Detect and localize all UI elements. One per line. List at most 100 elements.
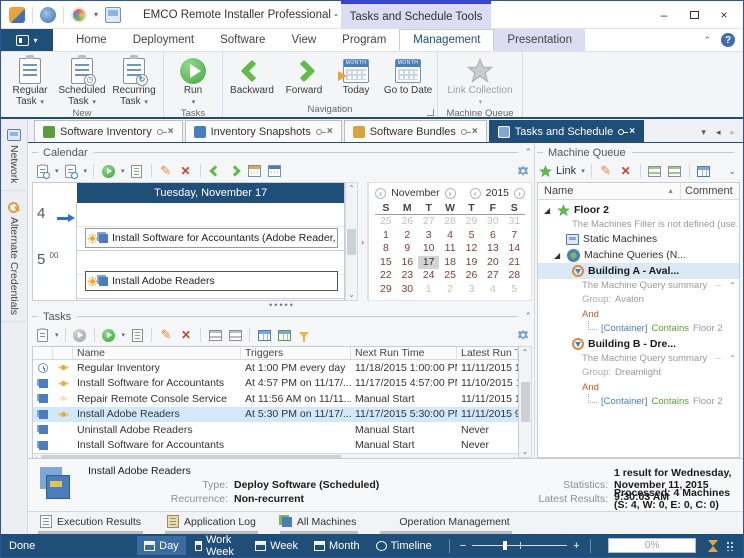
- globe-icon[interactable]: [40, 7, 56, 23]
- layout-rows-icon[interactable]: [207, 327, 223, 343]
- mini-cal-day[interactable]: 3: [418, 229, 439, 243]
- task-row[interactable]: Install Adobe Readers At 5:30 PM on 11/1…: [33, 407, 518, 423]
- mini-cal-day[interactable]: 18: [439, 256, 460, 270]
- mini-cal-day[interactable]: 5: [461, 229, 482, 243]
- edit-icon[interactable]: ✎: [598, 163, 614, 179]
- zoom-in-icon[interactable]: +: [573, 540, 579, 552]
- column-latest-run-time[interactable]: Latest Run Time: [457, 347, 518, 359]
- edit-icon[interactable]: ✎: [158, 163, 174, 179]
- rail-tab-network[interactable]: Network: [1, 123, 27, 191]
- layout-list-icon[interactable]: [667, 163, 683, 179]
- zoom-slider[interactable]: − +: [460, 540, 580, 552]
- mini-cal-day[interactable]: 16: [397, 256, 418, 270]
- mini-cal-day[interactable]: 13: [482, 242, 503, 256]
- mini-cal-day[interactable]: 29: [375, 283, 396, 297]
- calendar-settings-gear-icon[interactable]: [516, 164, 530, 178]
- view-button[interactable]: Month: [307, 536, 367, 555]
- ribbon-tab[interactable]: Deployment: [120, 29, 207, 51]
- close-tab-icon[interactable]: ×: [327, 126, 333, 137]
- palette-dropdown-caret[interactable]: ▾: [94, 10, 98, 19]
- prev-year-icon[interactable]: ‹: [470, 188, 481, 199]
- mini-cal-day[interactable]: 27: [418, 215, 439, 229]
- today-small-icon[interactable]: [247, 163, 263, 179]
- mini-cal-day[interactable]: 15: [375, 256, 396, 270]
- calendar-splitter[interactable]: ›: [358, 182, 368, 301]
- minimize-button[interactable]: –: [651, 5, 677, 25]
- collapse-ribbon-icon[interactable]: ⌃: [703, 35, 711, 46]
- tasks-settings-gear-icon[interactable]: [516, 328, 530, 342]
- help-icon[interactable]: ?: [721, 33, 735, 47]
- collapse-calendar-icon[interactable]: ⌃: [524, 147, 532, 158]
- mini-cal-day[interactable]: 28: [504, 269, 525, 283]
- calendar-event[interactable]: Install Software for Accountants (Adobe …: [85, 228, 338, 248]
- bottom-tab[interactable]: Application Log: [165, 512, 258, 534]
- mini-cal-day[interactable]: 8: [375, 242, 396, 256]
- slider-thumb[interactable]: [503, 541, 507, 550]
- view-button[interactable]: Day: [137, 536, 186, 555]
- mini-cal-day[interactable]: 3: [461, 283, 482, 297]
- run-task-icon[interactable]: [101, 327, 117, 343]
- ribbon-tab[interactable]: Management: [399, 29, 494, 51]
- mini-cal-day[interactable]: 21: [504, 256, 525, 270]
- mini-cal-day[interactable]: 19: [461, 256, 482, 270]
- mini-cal-day[interactable]: 1: [375, 229, 396, 243]
- mini-cal-day[interactable]: 27: [482, 269, 503, 283]
- go-to-date-button[interactable]: Go to Date: [382, 54, 434, 104]
- task-row[interactable]: Regular Inventory At 1:00 PM every day 1…: [33, 360, 518, 376]
- go-to-date-small-icon[interactable]: [267, 163, 283, 179]
- bottom-tab[interactable]: Operation Management: [380, 512, 511, 534]
- task-row[interactable]: Install Software for Accountants Manual …: [33, 438, 518, 454]
- task-row[interactable]: Uninstall Adobe Readers Manual Start Nev…: [33, 422, 518, 438]
- mini-cal-day[interactable]: 26: [397, 215, 418, 229]
- mini-cal-day[interactable]: 25: [439, 269, 460, 283]
- collapse-summary-icon[interactable]: ⌃: [729, 281, 736, 290]
- link-collection-button[interactable]: Link Collection▾: [441, 54, 519, 108]
- pin-icon[interactable]: [157, 129, 163, 135]
- edit-icon[interactable]: ✎: [158, 327, 174, 343]
- scheduled-task-button[interactable]: ◷ Scheduled Task ▾: [56, 54, 108, 108]
- ribbon-tab[interactable]: Program: [329, 29, 399, 51]
- table-view-icon[interactable]: [696, 163, 712, 179]
- day-view-scrollbar[interactable]: ⌃ ⌄: [345, 182, 357, 301]
- zoom-out-icon[interactable]: −: [460, 540, 466, 552]
- link-star-icon[interactable]: [539, 165, 552, 178]
- regular-task-button[interactable]: Regular Task ▾: [4, 54, 56, 108]
- tab-list-dropdown-icon[interactable]: ▾: [701, 127, 706, 138]
- pin-icon[interactable]: [461, 129, 467, 135]
- ribbon-tab[interactable]: View: [278, 29, 329, 51]
- document-tab[interactable]: Software Inventory ×: [34, 120, 183, 142]
- layout-rows-icon[interactable]: [647, 163, 663, 179]
- run-task-icon[interactable]: [100, 163, 116, 179]
- mini-cal-day[interactable]: 9: [397, 242, 418, 256]
- mini-cal-day[interactable]: 28: [439, 215, 460, 229]
- task-details-icon[interactable]: [129, 327, 145, 343]
- toolbar-overflow-icon[interactable]: ⌄: [728, 166, 738, 177]
- tree-node-building[interactable]: Building A - Aval...: [538, 263, 739, 279]
- view-button[interactable]: Timeline: [369, 536, 439, 555]
- link-button[interactable]: Link: [556, 165, 576, 177]
- mini-cal-day[interactable]: 26: [461, 269, 482, 283]
- delete-icon[interactable]: ✕: [618, 163, 634, 179]
- mini-cal-day[interactable]: 24: [418, 269, 439, 283]
- theme-palette-icon[interactable]: [71, 7, 87, 23]
- column-triggers[interactable]: Triggers: [241, 347, 351, 359]
- mini-cal-day[interactable]: 17: [418, 256, 439, 270]
- new-scheduled-task-icon[interactable]: [34, 163, 50, 179]
- ribbon-tab[interactable]: Presentation: [494, 29, 585, 51]
- mini-cal-day[interactable]: 6: [482, 229, 503, 243]
- scroll-up-icon[interactable]: ⌃: [348, 184, 355, 193]
- new-recurring-task-icon[interactable]: [63, 163, 79, 179]
- tree-node-static-machines[interactable]: Static Machines: [538, 231, 739, 247]
- mini-cal-day[interactable]: 1: [418, 283, 439, 297]
- mini-cal-day[interactable]: 10: [418, 242, 439, 256]
- view-button[interactable]: Work Week: [188, 536, 246, 555]
- mini-cal-day[interactable]: 25: [375, 215, 396, 229]
- pin-icon[interactable]: [618, 129, 624, 135]
- recurring-task-button[interactable]: ↻ Recurring Task ▾: [108, 54, 160, 108]
- layout-list-icon[interactable]: [227, 327, 243, 343]
- tree-node-floor2[interactable]: ◢ Floor 2: [538, 202, 739, 218]
- scrollbar-thumb[interactable]: [521, 382, 530, 422]
- mini-cal-day[interactable]: 30: [482, 215, 503, 229]
- bottom-tab[interactable]: Execution Results: [38, 512, 143, 534]
- document-tab[interactable]: Software Bundles ×: [344, 120, 487, 142]
